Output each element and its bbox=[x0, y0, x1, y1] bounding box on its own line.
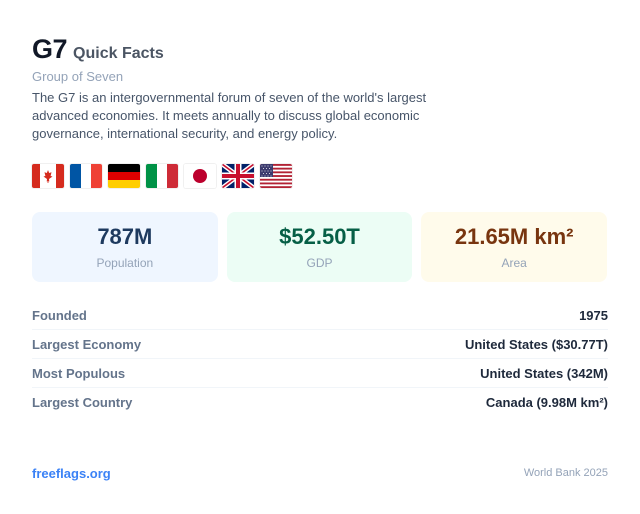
gdp-value: $52.50T bbox=[279, 224, 360, 249]
fact-key: Largest Economy bbox=[32, 336, 142, 352]
population-value: 787M bbox=[97, 224, 153, 249]
fact-row-largest-economy: Largest Economy United States ($30.77T) bbox=[32, 330, 608, 359]
fact-key: Most Populous bbox=[32, 365, 126, 381]
gdp-stat-card: $52.50T GDP bbox=[226, 212, 413, 282]
area-stat-card: 21.65M km² Area bbox=[421, 212, 608, 282]
site-link[interactable]: freeflags.org bbox=[32, 466, 111, 481]
canada-flag-icon bbox=[32, 164, 64, 188]
italy-flag-icon bbox=[146, 164, 178, 188]
fact-value: United States ($30.77T) bbox=[464, 336, 608, 352]
area-label: Area bbox=[501, 256, 527, 270]
population-label: Population bbox=[96, 256, 154, 270]
fact-row-most-populous: Most Populous United States (342M) bbox=[32, 359, 608, 388]
data-source: World Bank 2025 bbox=[523, 467, 608, 479]
group-name: G7 bbox=[32, 34, 68, 64]
facts-table: Founded 1975 Largest Economy United Stat… bbox=[32, 301, 608, 416]
france-flag-icon bbox=[70, 164, 102, 188]
fact-key: Largest Country bbox=[32, 394, 133, 410]
gdp-label: GDP bbox=[306, 256, 333, 270]
fact-row-founded: Founded 1975 bbox=[32, 301, 608, 330]
fact-row-largest-country: Largest Country Canada (9.98M km²) bbox=[32, 388, 608, 416]
united-kingdom-flag-icon bbox=[222, 164, 254, 188]
japan-flag-icon bbox=[184, 164, 216, 188]
fact-key: Founded bbox=[32, 307, 87, 323]
page-title: G7 Quick Facts bbox=[32, 34, 164, 65]
fact-value: United States (342M) bbox=[480, 365, 608, 381]
area-value: 21.65M km² bbox=[454, 224, 574, 249]
member-flags bbox=[32, 164, 292, 188]
germany-flag-icon bbox=[108, 164, 140, 188]
group-full-name: Group of Seven bbox=[32, 69, 124, 84]
g7-quick-facts-card: G7 Quick Facts Group of Seven The G7 is … bbox=[0, 0, 640, 514]
group-description: The G7 is an intergovernmental forum of … bbox=[32, 90, 427, 141]
stats-panel: 787M Population $52.50T GDP 21.65M km² A… bbox=[32, 212, 608, 282]
fact-value: Canada (9.98M km²) bbox=[485, 394, 608, 410]
title-suffix: Quick Facts bbox=[73, 45, 164, 62]
united-states-flag-icon bbox=[260, 164, 292, 188]
population-stat-card: 787M Population bbox=[32, 212, 218, 282]
fact-value: 1975 bbox=[579, 307, 608, 323]
